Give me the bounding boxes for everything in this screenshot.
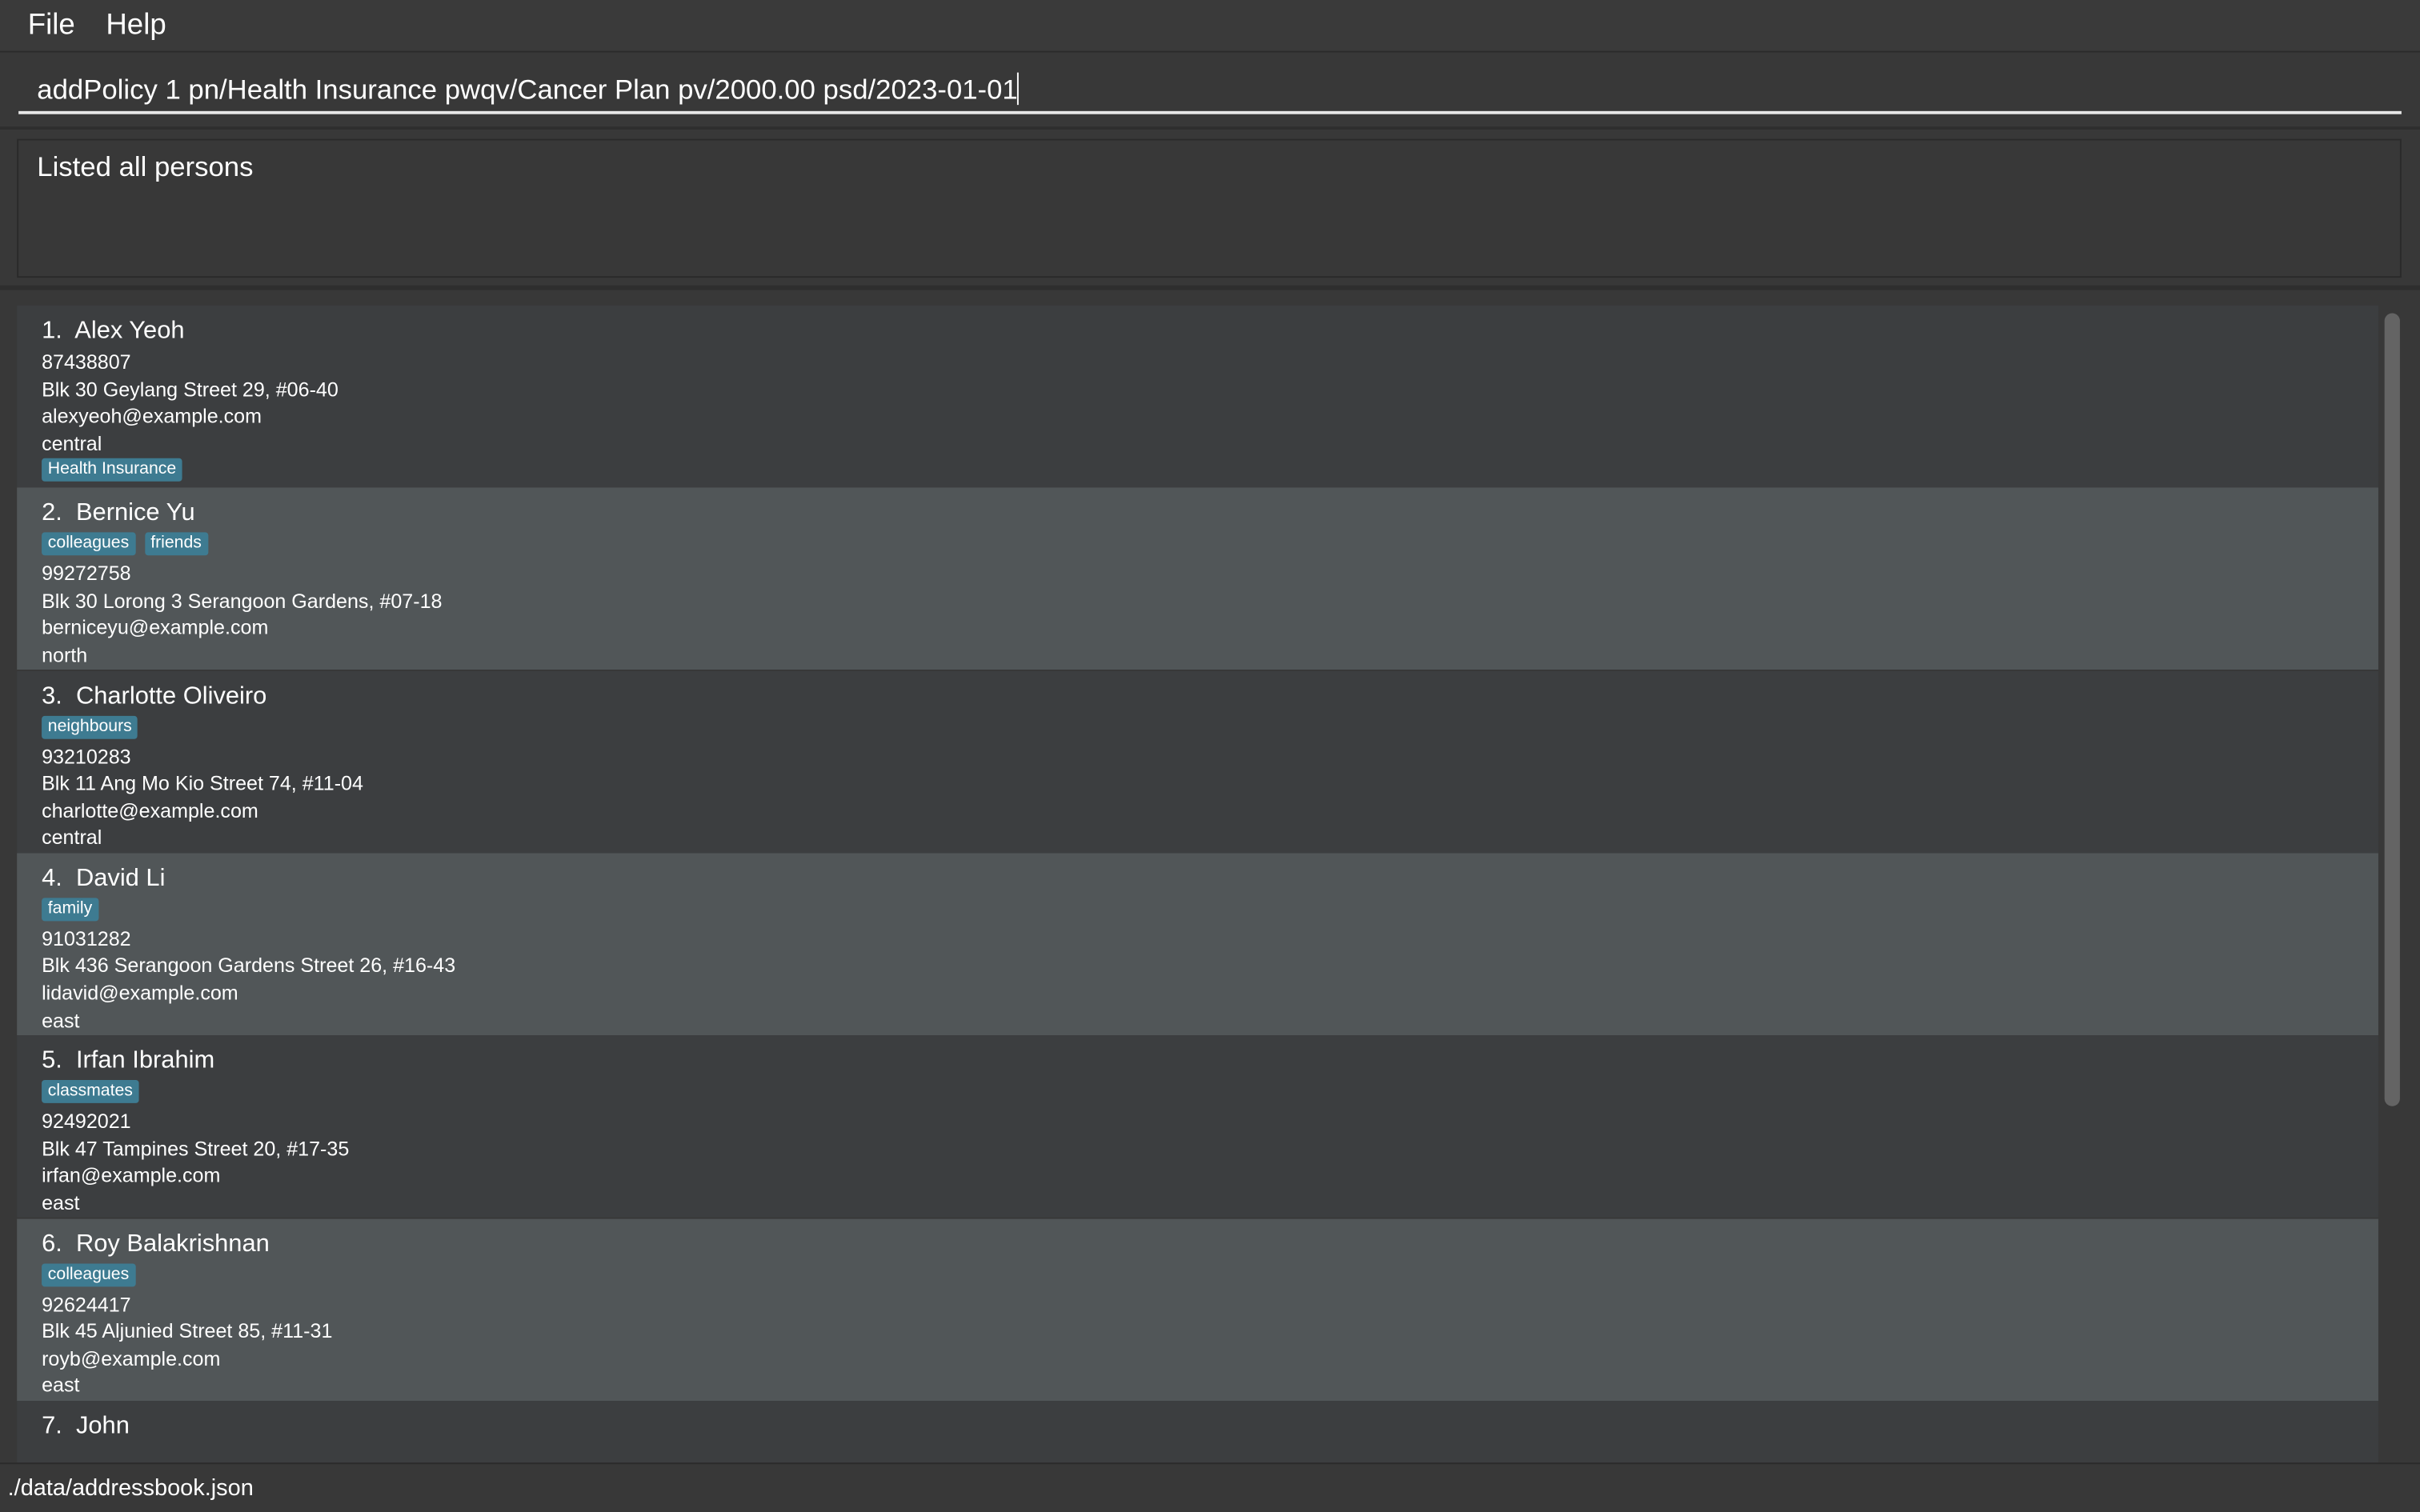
person-index: 1. <box>42 318 62 345</box>
person-address: Blk 11 Ang Mo Kio Street 74, #11-04 <box>42 771 363 795</box>
tag-list: neighbours <box>42 715 2354 742</box>
person-email: royb@example.com <box>42 1346 221 1370</box>
scrollbar-thumb[interactable] <box>2384 313 2400 1106</box>
result-pane: Listed all persons <box>0 130 2420 290</box>
person-name-text: Charlotte Oliveiro <box>75 682 267 710</box>
tag-list: classmates <box>42 1080 2354 1106</box>
tag-list: colleagues <box>42 1262 2354 1290</box>
person-card[interactable]: 2. Bernice Yu colleagues friends 99272758 Bl… <box>17 488 2378 670</box>
command-input[interactable]: addPolicy 1 pn/Health Insurance pwqv/Can… <box>18 68 2402 114</box>
person-phone: 87438807 <box>42 350 131 374</box>
person-region: central <box>42 431 102 455</box>
status-bar: ./data/addressbook.json <box>0 1462 2420 1512</box>
person-phone: 99272758 <box>42 562 131 586</box>
person-address: Blk 436 Serangoon Gardens Street 26, #16… <box>42 954 456 978</box>
person-address: Blk 45 Aljunied Street 85, #11-31 <box>42 1319 333 1343</box>
person-name: 5. Irfan Ibrahim <box>42 1045 2354 1078</box>
person-address: Blk 30 Lorong 3 Serangoon Gardens, #07-1… <box>42 589 443 613</box>
tag: classmates <box>42 1080 139 1104</box>
menu-bar: File Help <box>0 0 2420 53</box>
person-address: Blk 30 Geylang Street 29, #06-40 <box>42 377 339 401</box>
person-region: east <box>42 1190 80 1214</box>
menu-help[interactable]: Help <box>90 9 182 42</box>
tag: colleagues <box>42 532 135 556</box>
person-name: 4. David Li <box>42 862 2354 896</box>
person-card[interactable]: 7. John <box>17 1400 2378 1463</box>
tag-list: family <box>42 898 2354 924</box>
tag: colleagues <box>42 1262 135 1286</box>
person-phone: 92492021 <box>42 1110 131 1133</box>
person-region: east <box>42 1008 80 1032</box>
tag: neighbours <box>42 715 138 739</box>
person-phone: 92624417 <box>42 1292 131 1316</box>
person-name: 6. Roy Balakrishnan <box>42 1227 2354 1261</box>
person-index: 3. <box>42 682 62 710</box>
tag: Health Insurance <box>42 458 182 482</box>
person-email: charlotte@example.com <box>42 798 258 822</box>
tag-list: Health Insurance <box>42 458 2354 486</box>
person-name-text: Bernice Yu <box>75 500 195 527</box>
menu-file[interactable]: File <box>0 9 90 42</box>
person-list: 1. Alex Yeoh 87438807 Blk 30 Geylang Stree… <box>0 291 2420 1463</box>
person-region: north <box>42 643 88 667</box>
save-location: ./data/addressbook.json <box>7 1474 254 1502</box>
person-index: 6. <box>42 1230 62 1257</box>
person-card[interactable]: 3. Charlotte Oliveiro neighbours 93210283 B… <box>17 670 2378 853</box>
person-email: irfan@example.com <box>42 1163 221 1187</box>
result-display: Listed all persons <box>17 138 2402 278</box>
person-name-text: Roy Balakrishnan <box>75 1230 270 1257</box>
person-card[interactable]: 4. David Li family 91031282 Blk 436 Serango… <box>17 853 2378 1035</box>
person-phone: 93210283 <box>42 744 131 768</box>
person-index: 7. <box>42 1413 62 1439</box>
person-card[interactable]: 1. Alex Yeoh 87438807 Blk 30 Geylang Stree… <box>17 305 2378 488</box>
person-index: 2. <box>42 500 62 527</box>
person-email: lidavid@example.com <box>42 981 238 1005</box>
person-name-text: David Li <box>75 865 166 892</box>
app-window: File Help addPolicy 1 pn/Health Insuranc… <box>0 0 2420 1512</box>
tag: family <box>42 898 98 922</box>
person-name-text: Irfan Ibrahim <box>75 1047 215 1074</box>
person-index: 5. <box>42 1047 62 1074</box>
person-region: east <box>42 1373 80 1397</box>
person-email: berniceyu@example.com <box>42 616 269 640</box>
tag-list: colleagues friends <box>42 532 2354 559</box>
person-email: alexyeoh@example.com <box>42 404 262 428</box>
person-name-text: Alex Yeoh <box>74 318 185 345</box>
person-name-text: John <box>75 1413 130 1439</box>
person-name: 7. John <box>42 1410 2354 1443</box>
person-name: 3. Charlotte Oliveiro <box>42 680 2354 714</box>
result-text: Listed all persons <box>37 150 254 182</box>
text-caret <box>1017 72 1020 106</box>
person-phone: 91031282 <box>42 926 131 950</box>
person-index: 4. <box>42 865 62 892</box>
person-region: central <box>42 826 102 850</box>
command-text: addPolicy 1 pn/Health Insurance pwqv/Can… <box>37 74 1018 106</box>
person-address: Blk 47 Tampines Street 20, #17-35 <box>42 1136 350 1160</box>
person-name: 1. Alex Yeoh <box>42 314 2354 348</box>
person-card[interactable]: 6. Roy Balakrishnan colleagues 92624417 Blk… <box>17 1218 2378 1401</box>
person-name: 2. Bernice Yu <box>42 498 2354 531</box>
command-pane: addPolicy 1 pn/Health Insurance pwqv/Can… <box>0 52 2420 130</box>
person-card[interactable]: 5. Irfan Ibrahim classmates 92492021 Blk 47… <box>17 1035 2378 1218</box>
tag: friends <box>144 532 208 556</box>
